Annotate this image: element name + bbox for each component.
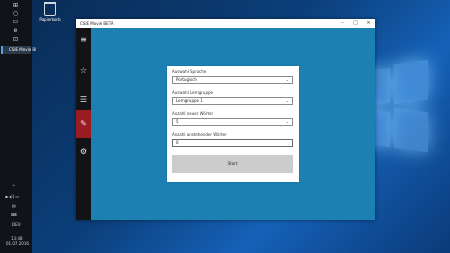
store-icon[interactable]: ⊡ xyxy=(11,37,20,43)
notification-icon[interactable]: ▤ xyxy=(12,203,16,208)
list-icon[interactable]: ☰ xyxy=(76,92,91,108)
settings-form: Auswahl Sprache Portugisch ⌄ Auswahl Ler… xyxy=(167,66,299,182)
minimize-button[interactable]: – xyxy=(336,19,349,28)
taskbar-app-button[interactable]: CSIE Movie Bl xyxy=(1,46,37,54)
group-value: Lerngruppe 1 xyxy=(176,98,203,103)
new-words-select[interactable]: 5 ⌄ xyxy=(172,118,293,126)
recycle-bin-label: Papierkorb xyxy=(39,17,61,22)
close-button[interactable]: × xyxy=(362,19,375,28)
window-title: CSIE Movie BETA xyxy=(80,21,114,26)
language-indicator[interactable]: DEU xyxy=(12,222,21,227)
new-words-label: Anzahl neuer Wörter xyxy=(172,111,214,116)
network-volume-icons[interactable]: ▪ ◂)) ▭ xyxy=(5,194,19,199)
edge-icon[interactable]: e xyxy=(11,28,20,34)
language-value: Portugisch xyxy=(176,77,197,82)
start-icon[interactable]: ⊞ xyxy=(11,3,20,9)
clock-date[interactable]: 01.07.2016 xyxy=(6,241,29,246)
learn-icon[interactable]: ✎ xyxy=(76,110,91,138)
pending-words-field[interactable]: 0 xyxy=(172,139,293,147)
recycle-bin[interactable]: Papierkorb xyxy=(38,2,62,22)
nav-rail: ≡ ☆ ☰ ✎ ⚙ xyxy=(76,28,91,220)
chevron-down-icon: ⌄ xyxy=(285,119,289,124)
task-view-icon[interactable]: ▭ xyxy=(11,19,20,25)
keyboard-icon[interactable]: ⌨ xyxy=(11,212,17,217)
star-list-icon[interactable]: ☆ xyxy=(76,63,91,79)
hamburger-icon[interactable]: ≡ xyxy=(76,32,91,48)
maximize-button[interactable]: □ xyxy=(349,19,362,28)
language-select[interactable]: Portugisch ⌄ xyxy=(172,76,293,84)
start-button[interactable]: Start xyxy=(172,155,293,173)
taskbar-app-label: CSIE Movie Bl xyxy=(9,47,37,52)
search-icon[interactable]: ○ xyxy=(11,11,20,17)
language-label: Auswahl Sprache xyxy=(172,69,207,74)
recycle-bin-icon xyxy=(44,2,56,16)
gear-icon[interactable]: ⚙ xyxy=(76,144,91,160)
new-words-value: 5 xyxy=(176,119,179,124)
group-label: Auswahl Lerngruppe xyxy=(172,90,213,95)
taskbar: ⊞ ○ ▭ e ⊡ CSIE Movie Bl ^ ▪ ◂)) ▭ ▤ ⌨ DE… xyxy=(0,0,37,253)
chevron-up-icon[interactable]: ^ xyxy=(12,184,15,189)
title-bar[interactable]: CSIE Movie BETA – □ × xyxy=(76,19,375,28)
chevron-down-icon: ⌄ xyxy=(285,77,289,82)
group-select[interactable]: Lerngruppe 1 ⌄ xyxy=(172,97,293,105)
pending-words-label: Anzahl anstehender Wörter xyxy=(172,132,227,137)
chevron-down-icon: ⌄ xyxy=(285,98,289,103)
